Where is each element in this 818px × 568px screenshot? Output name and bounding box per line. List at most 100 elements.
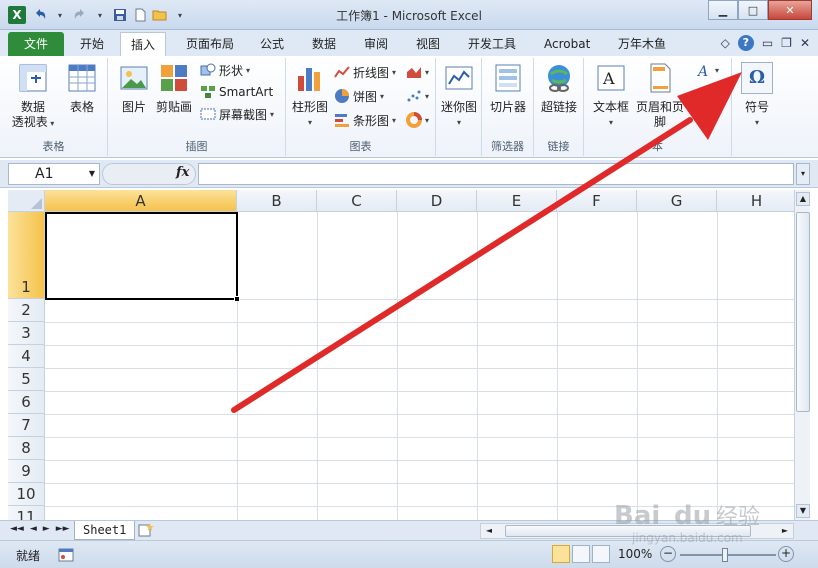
collapse-ribbon-icon[interactable]: ◇ bbox=[721, 36, 730, 50]
slicer-button[interactable]: 切片器 bbox=[488, 62, 528, 115]
chevron-down-icon[interactable]: ▼ bbox=[89, 164, 95, 184]
group-label-links: 链接 bbox=[547, 140, 570, 153]
select-all-button[interactable] bbox=[8, 190, 45, 212]
close-button[interactable]: ✕ bbox=[768, 0, 812, 20]
normal-view-icon[interactable] bbox=[552, 545, 570, 563]
sparkline-button[interactable]: 迷你图 ▾ bbox=[439, 62, 479, 130]
row-header-4[interactable]: 4 bbox=[8, 345, 45, 368]
column-header-g[interactable]: G bbox=[637, 190, 717, 212]
hyperlink-button[interactable]: 超链接 bbox=[538, 62, 580, 115]
tab-review[interactable]: 审阅 bbox=[354, 32, 398, 56]
fill-handle[interactable] bbox=[234, 296, 240, 302]
page-layout-view-icon[interactable] bbox=[572, 545, 590, 563]
last-sheet-icon[interactable]: ►► bbox=[56, 524, 70, 534]
active-cell-a1[interactable] bbox=[45, 212, 238, 300]
zoom-slider-thumb[interactable] bbox=[722, 548, 728, 562]
column-header-h[interactable]: H bbox=[717, 190, 794, 212]
page-break-view-icon[interactable] bbox=[592, 545, 610, 563]
tab-page-layout[interactable]: 页面布局 bbox=[176, 32, 244, 56]
zoom-in-icon[interactable]: + bbox=[778, 546, 794, 562]
tab-home[interactable]: 开始 bbox=[70, 32, 114, 56]
doc-minimize-icon[interactable]: ▭ bbox=[762, 36, 773, 50]
zoom-out-icon[interactable]: − bbox=[660, 546, 676, 562]
tab-wannian[interactable]: 万年木鱼 bbox=[608, 32, 676, 56]
symbol-button[interactable]: Ω 符号 ▾ bbox=[736, 62, 778, 130]
tab-view[interactable]: 视图 bbox=[406, 32, 450, 56]
row-header-1[interactable]: 1 bbox=[8, 212, 45, 299]
worksheet-grid[interactable]: A B C D E F G H 1 2 3 4 5 6 7 8 9 10 11 bbox=[8, 190, 794, 520]
next-sheet-icon[interactable]: ► bbox=[43, 524, 50, 534]
first-sheet-icon[interactable]: ◄◄ bbox=[10, 524, 24, 534]
column-header-e[interactable]: E bbox=[477, 190, 557, 212]
bar-chart-button[interactable]: 条形图 ▾ bbox=[334, 110, 396, 130]
name-box[interactable]: A1 ▼ bbox=[8, 163, 100, 185]
line-chart-button[interactable]: 折线图 ▾ bbox=[334, 62, 396, 82]
row-header-9[interactable]: 9 bbox=[8, 460, 45, 483]
row-header-6[interactable]: 6 bbox=[8, 391, 45, 414]
zoom-slider-track[interactable] bbox=[680, 554, 776, 556]
group-label-text: 本 bbox=[652, 140, 663, 153]
tab-insert[interactable]: 插入 bbox=[120, 32, 167, 56]
column-header-f[interactable]: F bbox=[557, 190, 637, 212]
tab-data[interactable]: 数据 bbox=[302, 32, 346, 56]
window-title: 工作簿1 - Microsoft Excel bbox=[336, 9, 482, 23]
prev-sheet-icon[interactable]: ◄ bbox=[30, 524, 37, 534]
scroll-left-icon[interactable]: ◄ bbox=[482, 524, 496, 538]
pie-chart-button[interactable]: 饼图 ▾ bbox=[334, 86, 384, 106]
insert-sheet-icon[interactable] bbox=[138, 523, 154, 537]
column-header-c[interactable]: C bbox=[317, 190, 397, 212]
doc-restore-icon[interactable]: ❐ bbox=[781, 36, 792, 50]
tab-developer[interactable]: 开发工具 bbox=[458, 32, 526, 56]
scroll-up-icon[interactable]: ▲ bbox=[796, 192, 810, 206]
vertical-scroll-thumb[interactable] bbox=[796, 212, 810, 412]
slicer-icon bbox=[492, 62, 524, 94]
row-header-7[interactable]: 7 bbox=[8, 414, 45, 437]
column-header-a[interactable]: A bbox=[45, 190, 237, 212]
textbox-button[interactable]: A 文本框 ▾ bbox=[588, 62, 634, 130]
macro-record-icon[interactable] bbox=[58, 548, 74, 562]
smartart-button[interactable]: SmartArt bbox=[200, 82, 273, 102]
row-header-11[interactable]: 11 bbox=[8, 506, 45, 520]
expand-formula-bar-icon[interactable]: ▾ bbox=[796, 163, 810, 185]
column-chart-button[interactable]: 柱形图 ▾ bbox=[290, 62, 330, 130]
wordart-button[interactable]: A ▾ bbox=[696, 60, 719, 80]
row-header-2[interactable]: 2 bbox=[8, 299, 45, 322]
row-header-3[interactable]: 3 bbox=[8, 322, 45, 345]
row-header-8[interactable]: 8 bbox=[8, 437, 45, 460]
formula-input[interactable] bbox=[198, 163, 794, 185]
zoom-level[interactable]: 100% bbox=[618, 547, 652, 561]
row-header-5[interactable]: 5 bbox=[8, 368, 45, 391]
tab-formulas[interactable]: 公式 bbox=[250, 32, 294, 56]
help-icon[interactable]: ? bbox=[737, 35, 754, 51]
other-charts-button[interactable]: ▾ bbox=[406, 110, 429, 130]
insert-function-icon[interactable]: fx bbox=[176, 165, 189, 180]
scatter-chart-button[interactable]: ▾ bbox=[406, 86, 429, 106]
omega-icon: Ω bbox=[741, 62, 773, 94]
scroll-down-icon[interactable]: ▼ bbox=[796, 504, 810, 518]
maximize-button[interactable]: □ bbox=[738, 0, 768, 20]
screenshot-button[interactable]: 屏幕截图 ▾ bbox=[200, 104, 274, 124]
doughnut-chart-icon bbox=[406, 112, 422, 128]
vertical-scrollbar[interactable]: ▲ ▼ bbox=[794, 190, 810, 520]
doc-close-icon[interactable]: ✕ bbox=[800, 36, 810, 50]
column-header-d[interactable]: D bbox=[397, 190, 477, 212]
pivot-table-button[interactable]: 数据 透视表 ▾ bbox=[8, 62, 58, 131]
name-box-value: A1 bbox=[35, 166, 54, 182]
minimize-button[interactable]: ▁ bbox=[708, 0, 738, 20]
picture-button[interactable]: 图片 bbox=[114, 62, 154, 115]
tab-file[interactable]: 文件 bbox=[8, 32, 64, 56]
header-footer-button[interactable]: 页眉和页脚 bbox=[632, 62, 688, 130]
clipart-button[interactable]: 剪贴画 bbox=[154, 62, 194, 115]
shapes-button[interactable]: 形状 ▾ bbox=[200, 60, 250, 80]
table-button[interactable]: 表格 bbox=[62, 62, 102, 115]
sheet-tab-sheet1[interactable]: Sheet1 bbox=[74, 521, 136, 540]
area-chart-button[interactable]: ▾ bbox=[406, 62, 429, 82]
picture-label: 图片 bbox=[121, 100, 146, 114]
tab-acrobat[interactable]: Acrobat bbox=[534, 32, 600, 56]
scatter-chart-icon bbox=[407, 90, 421, 102]
shapes-label: 形状 bbox=[219, 63, 244, 78]
pie-chart-label: 饼图 bbox=[353, 89, 378, 104]
picture-icon bbox=[118, 62, 150, 94]
column-header-b[interactable]: B bbox=[237, 190, 317, 212]
row-header-10[interactable]: 10 bbox=[8, 483, 45, 506]
